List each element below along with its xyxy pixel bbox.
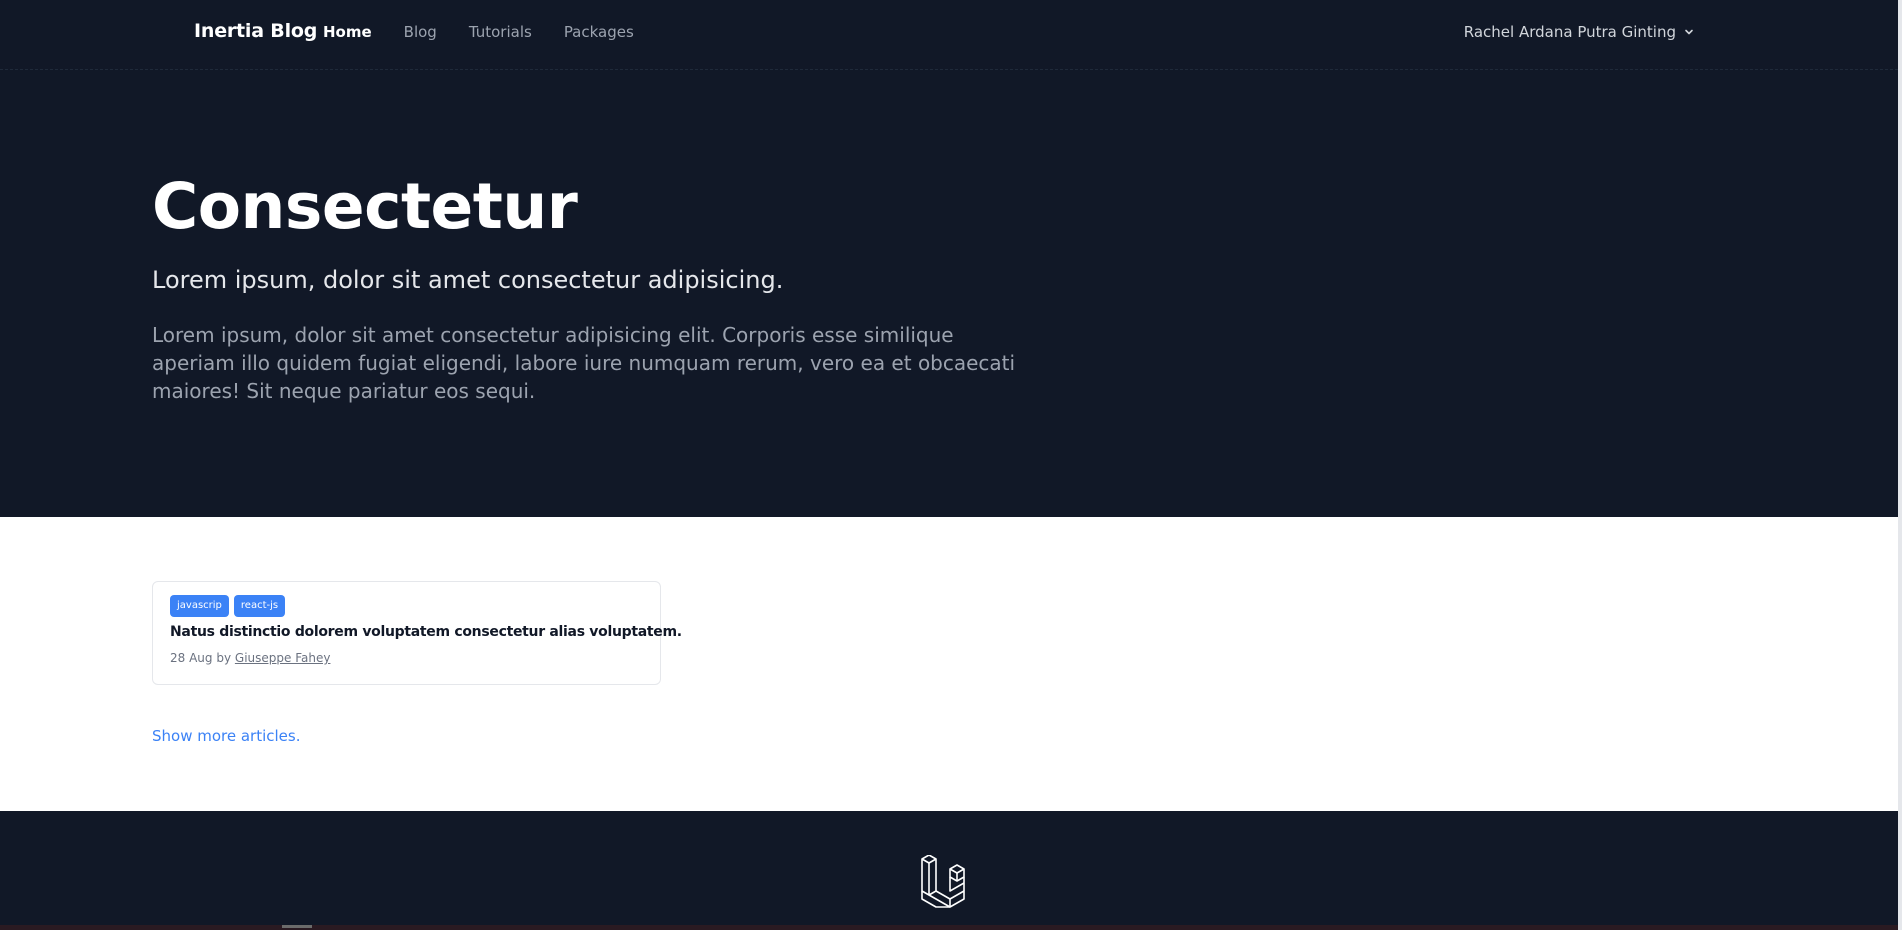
article-tags: javascrip react-js	[170, 595, 286, 617]
hero-lead-text: Lorem ipsum, dolor sit amet consectetur …	[152, 323, 1016, 403]
article-meta: 28 Aug by Giuseppe Fahey	[170, 651, 330, 665]
user-menu-button[interactable]: Rachel Ardana Putra Ginting	[1464, 23, 1694, 41]
page: Inertia Blog Home Blog Tutorials Package…	[0, 0, 1902, 930]
hero-subtitle: Lorem ipsum, dolor sit amet consectetur …	[152, 266, 784, 294]
brand-logo-link[interactable]: Inertia Blog	[194, 20, 317, 42]
nav-link-tutorials[interactable]: Tutorials	[469, 23, 532, 41]
article-title-link[interactable]: Natus distinctio dolorem voluptatem cons…	[170, 624, 682, 640]
nav-links: Home Blog Tutorials Packages	[323, 23, 634, 41]
footer	[0, 811, 1898, 930]
hero-title: Consectetur	[152, 170, 578, 243]
horizontal-scrollbar-thumb[interactable]	[282, 925, 312, 928]
article-card[interactable]: javascrip react-js Natus distinctio dolo…	[152, 581, 682, 685]
chevron-down-icon	[1684, 27, 1694, 37]
laravel-logo-icon	[920, 854, 978, 917]
hero-section: Consectetur Lorem ipsum, dolor sit amet …	[0, 70, 1898, 517]
article-by-label: by	[216, 651, 232, 665]
vertical-scrollbar[interactable]	[1898, 0, 1902, 930]
tag-badge[interactable]: react-js	[233, 595, 286, 617]
article-date: 28 Aug	[170, 651, 213, 665]
show-more-articles-link[interactable]: Show more articles.	[152, 727, 301, 745]
tag-badge[interactable]: javascrip	[170, 595, 229, 617]
article-author-link[interactable]: Giuseppe Fahey	[235, 651, 331, 665]
nav-link-home[interactable]: Home	[323, 23, 372, 41]
nav-link-packages[interactable]: Packages	[564, 23, 634, 41]
nav-link-blog[interactable]: Blog	[404, 23, 437, 41]
top-navbar: Inertia Blog Home Blog Tutorials Package…	[0, 0, 1898, 70]
user-name: Rachel Ardana Putra Ginting	[1463, 23, 1676, 41]
bottom-strip	[0, 925, 1898, 930]
articles-section: javascrip react-js Natus distinctio dolo…	[0, 517, 1898, 811]
